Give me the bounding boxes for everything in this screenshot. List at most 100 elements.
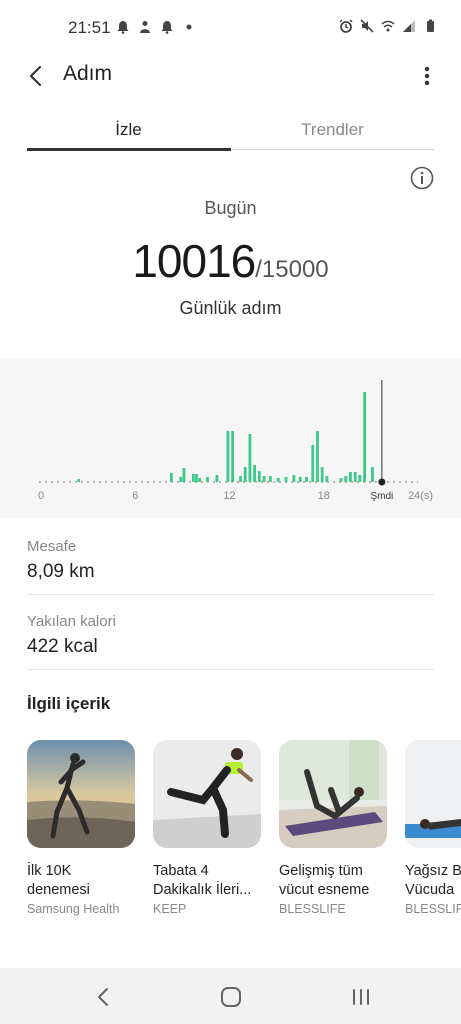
distance-value: 8,09 km [27, 561, 95, 582]
related-content-carousel[interactable]: İlk 10K denemesi Samsung Health Tabata 4… [27, 740, 461, 920]
card-title-line2: Dakikalık İleri... [153, 882, 252, 898]
card-thumbnail-runner [27, 740, 135, 848]
related-content-title: İlgili içerik [27, 694, 111, 713]
alarm-bell-icon [117, 21, 129, 34]
status-right-icons [339, 19, 437, 33]
back-button[interactable] [22, 62, 50, 90]
nav-home-button[interactable] [216, 982, 246, 1012]
hourly-steps-chart[interactable]: 0 6 12 18 Şmdi 24(s) [0, 358, 461, 518]
more-options-button[interactable] [415, 62, 439, 90]
chart-bar-7 [206, 477, 209, 482]
bell-icon [161, 21, 173, 34]
chart-bar-14 [253, 465, 257, 482]
chart-tick-label: 6 [132, 490, 138, 502]
card-source: KEEP [153, 902, 187, 916]
distance-stat[interactable]: Mesafe 8,09 km [27, 538, 434, 583]
chart-now-dot [378, 478, 386, 486]
chart-bar-30 [353, 472, 357, 482]
stat-divider [27, 669, 434, 670]
chart-bar-18 [276, 478, 280, 482]
card-title: İlk 10K [27, 863, 72, 879]
content-card[interactable]: Yağsız B Vücuda BLESSLIFE [405, 740, 461, 916]
signal-icon [403, 20, 415, 32]
chart-bar-8 [215, 475, 219, 482]
mute-icon [360, 19, 374, 33]
chart-bar-22 [305, 477, 308, 482]
card-thumbnail-stretch [279, 740, 387, 848]
card-source: BLESSLIFE [279, 902, 346, 916]
content-card[interactable]: Gelişmiş tüm vücut esneme BLESSLIFE [279, 740, 389, 916]
tab-bar: İzle Trendler [27, 108, 434, 152]
chart-tick-label: Şmdi [370, 491, 393, 502]
chart-bar-25 [320, 467, 324, 482]
recents-nav-icon [353, 989, 369, 1005]
steps-value: 10016 [132, 235, 256, 287]
chart-canvas: 0 6 12 18 Şmdi 24(s) [38, 380, 433, 502]
card-title-line2: vücut esneme [279, 882, 370, 898]
chart-bar-21 [298, 477, 302, 482]
chart-bar-11 [239, 476, 242, 482]
chart-bar-9 [226, 431, 230, 482]
calories-value: 422 kcal [27, 636, 98, 657]
steps-caption: Günlük adım [179, 298, 282, 318]
chart-bar-6 [198, 478, 202, 482]
chart-bar-5 [195, 474, 198, 482]
system-nav-bar [0, 968, 461, 1024]
battery-icon [427, 19, 434, 32]
tab-trendler[interactable]: Trendler [231, 108, 434, 152]
chart-bar-16 [262, 476, 266, 482]
card-thumbnail-fatburn [405, 740, 461, 848]
chart-bar-32 [363, 392, 366, 482]
chart-bar-24 [316, 431, 319, 482]
chart-bar-17 [268, 476, 272, 482]
app-bar: Adım [0, 56, 461, 96]
card-title-line2: Vücuda [405, 882, 455, 898]
alarm-clock-icon [339, 19, 353, 33]
chart-bar-10 [231, 431, 235, 482]
status-left-icons [116, 20, 196, 34]
today-label: Bugün [204, 198, 257, 218]
chart-tick-label: 18 [318, 490, 330, 502]
card-title-line2: denemesi [27, 882, 90, 898]
calories-label: Yakılan kalori [27, 613, 116, 630]
card-title: Yağsız B [405, 863, 461, 879]
chart-bar-27 [339, 478, 343, 482]
chart-bar-26 [325, 476, 329, 482]
status-time: 21:51 [68, 18, 111, 37]
chart-bar-1 [169, 473, 173, 482]
card-source: Samsung Health [27, 902, 120, 916]
chart-bar-29 [349, 472, 352, 482]
back-nav-icon [98, 988, 108, 1006]
calories-stat[interactable]: Yakılan kalori 422 kcal [27, 613, 434, 658]
chart-tick-label: 24(s) [408, 490, 433, 502]
chart-bar-33 [371, 467, 374, 482]
tab-indicator [27, 148, 231, 151]
nav-recents-button[interactable] [346, 982, 376, 1012]
chart-bar-28 [344, 476, 348, 482]
chart-bar-0 [77, 479, 81, 482]
more-vert-icon [424, 66, 430, 86]
info-icon[interactable] [410, 166, 434, 190]
chart-bar-4 [191, 474, 195, 482]
tab-izle[interactable]: İzle [27, 108, 230, 152]
chart-tick-label: 0 [38, 490, 44, 502]
content-card[interactable]: İlk 10K denemesi Samsung Health [27, 740, 137, 916]
content-card[interactable]: Tabata 4 Dakikalık İleri... KEEP [153, 740, 263, 916]
chart-bar-12 [243, 467, 247, 482]
nav-back-button[interactable] [88, 982, 118, 1012]
steps-summary: 10016/15000 [0, 234, 461, 288]
card-title: Gelişmiş tüm [279, 863, 363, 879]
back-arrow-icon [29, 65, 42, 87]
chart-bar-20 [292, 475, 296, 482]
chart-tick-label: 12 [223, 490, 235, 502]
chart-bar-19 [284, 477, 288, 482]
distance-label: Mesafe [27, 538, 77, 555]
page-title: Adım [63, 62, 113, 85]
person-icon [140, 21, 150, 33]
stat-divider [27, 594, 434, 595]
chart-bar-3 [182, 468, 186, 482]
status-bar: 21:51 [0, 0, 461, 56]
dot-icon [186, 24, 192, 30]
card-source: BLESSLIFE [405, 902, 461, 916]
card-thumbnail-tabata [153, 740, 261, 848]
